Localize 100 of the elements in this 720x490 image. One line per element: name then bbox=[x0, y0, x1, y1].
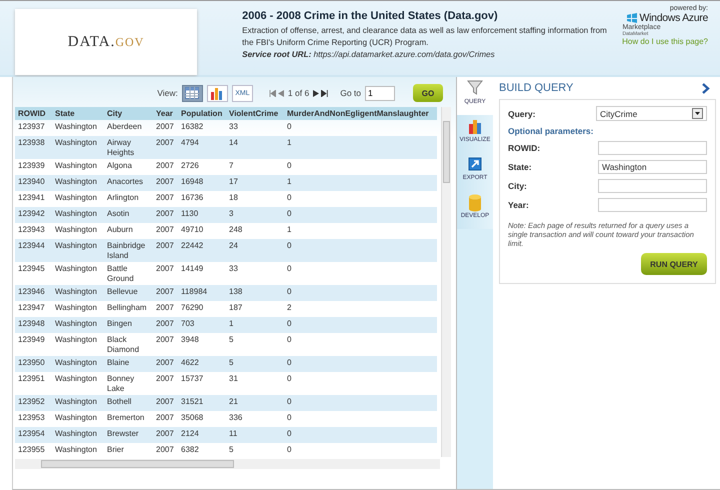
column-header[interactable]: Population bbox=[178, 107, 226, 120]
table-view-button[interactable] bbox=[182, 84, 203, 102]
table-cell: 76290 bbox=[178, 301, 226, 317]
table-cell: 18 bbox=[226, 191, 284, 207]
column-header[interactable]: MurderAndNonEgligentManslaughter bbox=[284, 107, 437, 120]
chart-view-button[interactable] bbox=[206, 84, 228, 102]
table-cell: 0 bbox=[284, 207, 437, 223]
table-cell: 2007 bbox=[153, 120, 178, 136]
table-cell: 16736 bbox=[178, 191, 226, 207]
input-field[interactable] bbox=[598, 179, 707, 193]
table-cell: 2007 bbox=[153, 356, 178, 372]
table-cell: 123954 bbox=[15, 427, 52, 443]
table-cell: 2007 bbox=[153, 301, 178, 317]
go-button[interactable]: GO bbox=[413, 84, 443, 102]
table-cell: 31 bbox=[226, 372, 284, 395]
table-cell: Bainbridge Island bbox=[104, 239, 153, 262]
table-cell: 0 bbox=[284, 262, 437, 285]
table-cell: 2007 bbox=[153, 239, 178, 262]
column-header[interactable]: ViolentCrime bbox=[226, 107, 284, 120]
column-header[interactable]: State bbox=[52, 107, 104, 120]
table-cell: 5 bbox=[226, 443, 284, 459]
table-cell: 4622 bbox=[178, 356, 226, 372]
table-cell: Washington bbox=[52, 120, 104, 136]
table-cell: Black Diamond bbox=[104, 333, 153, 356]
table-cell: 33 bbox=[226, 262, 284, 285]
table-cell: 16948 bbox=[178, 175, 226, 191]
table-cell: 123944 bbox=[15, 239, 52, 262]
horizontal-scrollbar[interactable] bbox=[15, 459, 440, 469]
next-page-icon[interactable] bbox=[313, 90, 320, 96]
table-cell: 5 bbox=[226, 356, 284, 372]
input-field[interactable]: Washington bbox=[598, 160, 707, 174]
table-cell: 14 bbox=[226, 136, 284, 159]
table-cell: 123953 bbox=[15, 411, 52, 427]
table-cell: 123946 bbox=[15, 285, 52, 301]
input-field[interactable] bbox=[598, 141, 707, 155]
column-header[interactable]: ROWID bbox=[15, 107, 52, 120]
field-label: State: bbox=[508, 162, 532, 172]
table-cell: Washington bbox=[52, 372, 104, 395]
run-query-button[interactable]: RUN QUERY bbox=[641, 253, 707, 275]
table-cell: 118984 bbox=[178, 285, 226, 301]
field-label: City: bbox=[508, 181, 527, 191]
table-cell: 123938 bbox=[15, 136, 52, 159]
table-cell: 2007 bbox=[153, 136, 178, 159]
column-header[interactable]: Year bbox=[153, 107, 178, 120]
table-cell: 187 bbox=[226, 301, 284, 317]
table-cell: 0 bbox=[284, 372, 437, 395]
table-cell: Washington bbox=[52, 395, 104, 411]
table-cell: Washington bbox=[52, 317, 104, 333]
table-cell: Bothell bbox=[104, 395, 153, 411]
query-dropdown[interactable]: CityCrime bbox=[596, 106, 707, 121]
table-cell: 248 bbox=[226, 223, 284, 239]
table-cell: Washington bbox=[52, 443, 104, 459]
table-cell: 0 bbox=[284, 333, 437, 356]
table-cell: Brewster bbox=[104, 427, 153, 443]
table-cell: 15737 bbox=[178, 372, 226, 395]
collapse-chevron-icon[interactable] bbox=[702, 82, 710, 94]
table-cell: 2007 bbox=[153, 333, 178, 356]
bar-chart-icon bbox=[467, 118, 483, 136]
table-cell: 123952 bbox=[15, 395, 52, 411]
page-number-field[interactable]: 1 bbox=[365, 86, 395, 100]
field-label: Year: bbox=[508, 200, 529, 210]
table-cell: 123942 bbox=[15, 207, 52, 223]
table-cell: Washington bbox=[52, 301, 104, 317]
table-cell: 336 bbox=[226, 411, 284, 427]
table-cell: Washington bbox=[52, 262, 104, 285]
last-page-icon[interactable] bbox=[321, 90, 328, 96]
funnel-icon bbox=[467, 80, 483, 98]
table-cell: Blaine bbox=[104, 356, 153, 372]
table-cell: Washington bbox=[52, 136, 104, 159]
logo: DATA.GOV bbox=[68, 34, 144, 50]
table-cell: 4794 bbox=[178, 136, 226, 159]
table-cell: 0 bbox=[284, 356, 437, 372]
table-cell: 0 bbox=[284, 443, 437, 459]
column-header[interactable]: City bbox=[104, 107, 153, 120]
input-field[interactable] bbox=[598, 198, 707, 212]
table-cell: Washington bbox=[52, 427, 104, 443]
table-cell: 2124 bbox=[178, 427, 226, 443]
vertical-scrollbar[interactable] bbox=[441, 107, 451, 457]
table-cell: Washington bbox=[52, 223, 104, 239]
table-cell: 123949 bbox=[15, 333, 52, 356]
table-cell: 31521 bbox=[178, 395, 226, 411]
table-cell: Battle Ground bbox=[104, 262, 153, 285]
table-cell: Washington bbox=[52, 175, 104, 191]
dataset-description: Extraction of offense, arrest, and clearance data as well as law enforcement staffing information from the FBI's Uniform Crime Reporting (UCR) Program. bbox=[242, 25, 608, 49]
previous-page-icon[interactable] bbox=[278, 90, 284, 96]
first-page-icon[interactable] bbox=[268, 90, 276, 96]
table-cell: 17 bbox=[226, 175, 284, 191]
table-cell: 0 bbox=[284, 317, 437, 333]
table-cell: 123941 bbox=[15, 191, 52, 207]
table-cell: Arlington bbox=[104, 191, 153, 207]
table-cell: 123951 bbox=[15, 372, 52, 395]
table-cell: Washington bbox=[52, 356, 104, 372]
service-root-url: Service root URL: https://api.datamarket.azure.com/data.gov/Crimes bbox=[242, 49, 496, 61]
optional-parameters-label: Optional parameters: bbox=[508, 126, 594, 136]
table-cell: 6382 bbox=[178, 443, 226, 459]
table-cell: 2007 bbox=[153, 285, 178, 301]
table-cell: 138 bbox=[226, 285, 284, 301]
table-cell: 2007 bbox=[153, 395, 178, 411]
table-cell: 2007 bbox=[153, 443, 178, 459]
table-cell: 2007 bbox=[153, 372, 178, 395]
